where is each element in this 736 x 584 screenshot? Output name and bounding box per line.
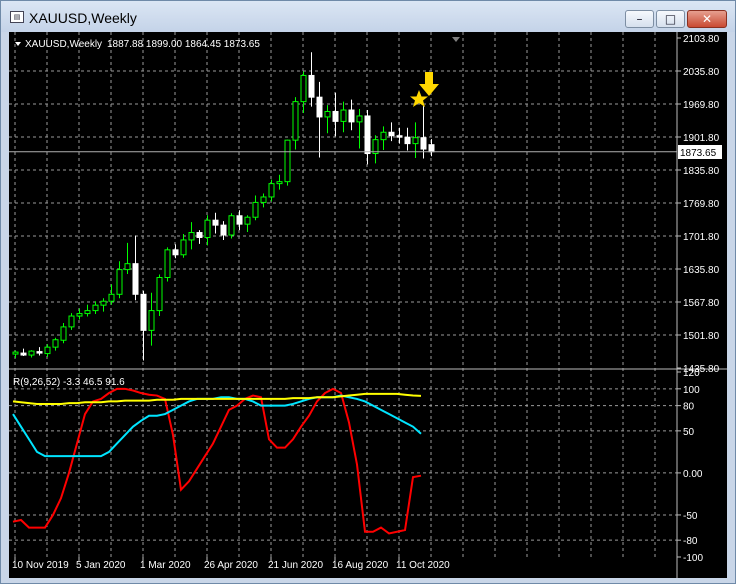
candle-body — [252, 201, 259, 218]
candle-body — [116, 269, 123, 295]
chart-ohlc-label: 1887.88 1899.00 1864.45 1873.65 — [107, 39, 260, 50]
candle-body — [84, 310, 91, 315]
indicator-series-line-2 — [12, 394, 422, 458]
candle-body — [356, 115, 363, 123]
indicator-layer — [12, 387, 422, 535]
candle-body — [220, 224, 227, 236]
candle-body — [244, 216, 251, 225]
price-tick-label: 1769.80 — [683, 199, 720, 210]
candle-body — [348, 109, 355, 123]
price-tick-label: 1901.80 — [683, 133, 720, 144]
candle-body — [212, 219, 219, 226]
maximize-button[interactable]: □ — [656, 10, 685, 28]
candle-body — [100, 300, 107, 306]
candle-body — [196, 232, 203, 238]
time-tick-label: 21 Jun 2020 — [268, 560, 323, 571]
indicator-tick-label: 0.00 — [683, 469, 703, 480]
title-bar[interactable]: ▤ XAUUSD,Weekly – □ ✕ — [1, 1, 735, 32]
chart-canvas[interactable]: 2103.80 2035.80 1969.80 1901.80 1835.80 1769.… — [9, 32, 727, 578]
candle-body — [124, 263, 131, 271]
candle-body — [412, 137, 419, 145]
candle-body — [132, 263, 139, 295]
price-tick-label: 1969.80 — [683, 100, 720, 111]
price-tick-label: 2035.80 — [683, 67, 720, 78]
candle-body — [236, 215, 243, 225]
price-tick-label: 1567.80 — [683, 298, 720, 309]
symbol-menu-triangle-icon[interactable] — [15, 42, 21, 46]
time-tick-label: 26 Apr 2020 — [204, 560, 258, 571]
price-tick-label: 1835.80 — [683, 166, 720, 177]
candle-body — [172, 249, 179, 256]
candle-body — [148, 310, 155, 331]
candle-body — [316, 96, 323, 118]
indicator-tick-label: 100 — [683, 385, 700, 396]
price-tick-label: 2103.80 — [683, 34, 720, 45]
chart-symbol-label: XAUUSD,Weekly — [25, 39, 102, 50]
candles-layer — [9, 52, 677, 361]
minimize-button[interactable]: – — [625, 10, 654, 28]
candle-body — [380, 131, 387, 141]
indicator-tick-label: -80 — [683, 536, 698, 547]
chart-window: ▤ XAUUSD,Weekly – □ ✕ 2103.80 2035.80 1969… — [0, 0, 736, 584]
candle-body — [44, 346, 51, 355]
candle-body — [52, 339, 59, 348]
price-tick-label: 1501.80 — [683, 331, 720, 342]
candle-body — [396, 135, 403, 138]
candle-body — [388, 131, 395, 137]
chart-shift-marker-icon[interactable] — [452, 37, 460, 42]
candle-body — [156, 276, 163, 312]
indicator-tick-label: -50 — [683, 511, 698, 522]
candle-body — [92, 304, 99, 312]
time-tick-label: 5 Jan 2020 — [76, 560, 126, 571]
candle-body — [308, 74, 315, 98]
candle-body — [428, 144, 435, 153]
candle-body — [340, 109, 347, 122]
candle-body — [28, 350, 35, 356]
candle-body — [108, 293, 115, 302]
indicator-tick-label: 50 — [683, 427, 695, 438]
window-title: XAUUSD,Weekly — [29, 10, 137, 26]
candle-body — [300, 74, 307, 103]
candle-body — [180, 239, 187, 256]
candle-body — [68, 315, 75, 328]
candle-body — [292, 101, 299, 141]
time-tick-label: 16 Aug 2020 — [332, 560, 389, 571]
chart-svg[interactable]: 2103.80 2035.80 1969.80 1901.80 1835.80 1769.… — [9, 32, 727, 578]
time-tick-label: 11 Oct 2020 — [396, 560, 450, 571]
candle-body — [60, 326, 67, 341]
indicator-tick-label: -100 — [683, 553, 703, 564]
candle-body — [204, 219, 211, 238]
candle-body — [276, 181, 283, 185]
current-price-label: 1873.65 — [680, 148, 717, 159]
indicator-tick-label: 80 — [683, 402, 695, 413]
indicator-tick-label: 120 — [683, 368, 700, 379]
candle-body — [76, 313, 83, 317]
candle-body — [268, 183, 275, 198]
candle-body — [260, 196, 267, 203]
candle-body — [36, 351, 43, 354]
candle-body — [284, 139, 291, 183]
time-tick-label: 1 Mar 2020 — [140, 560, 191, 571]
candle-body — [188, 232, 195, 241]
candle-body — [364, 115, 371, 155]
price-tick-label: 1701.80 — [683, 232, 720, 243]
candle-body — [332, 111, 339, 122]
candle-body — [20, 352, 27, 356]
down-arrow-icon — [419, 72, 439, 96]
candle-body — [404, 136, 411, 145]
candle-body — [140, 293, 147, 331]
candle-body — [420, 137, 427, 150]
candle-body — [324, 111, 331, 118]
candle-body — [164, 249, 171, 278]
candle-body — [12, 351, 19, 355]
price-tick-label: 1635.80 — [683, 265, 720, 276]
indicator-series-line-1 — [12, 387, 422, 535]
close-button[interactable]: ✕ — [687, 10, 727, 28]
chart-window-icon: ▤ — [10, 11, 24, 23]
indicator-label: R(9,26,52) -3.3 46.5 91.6 — [13, 377, 125, 388]
time-tick-label: 10 Nov 2019 — [12, 560, 69, 571]
candle-body — [228, 215, 235, 236]
